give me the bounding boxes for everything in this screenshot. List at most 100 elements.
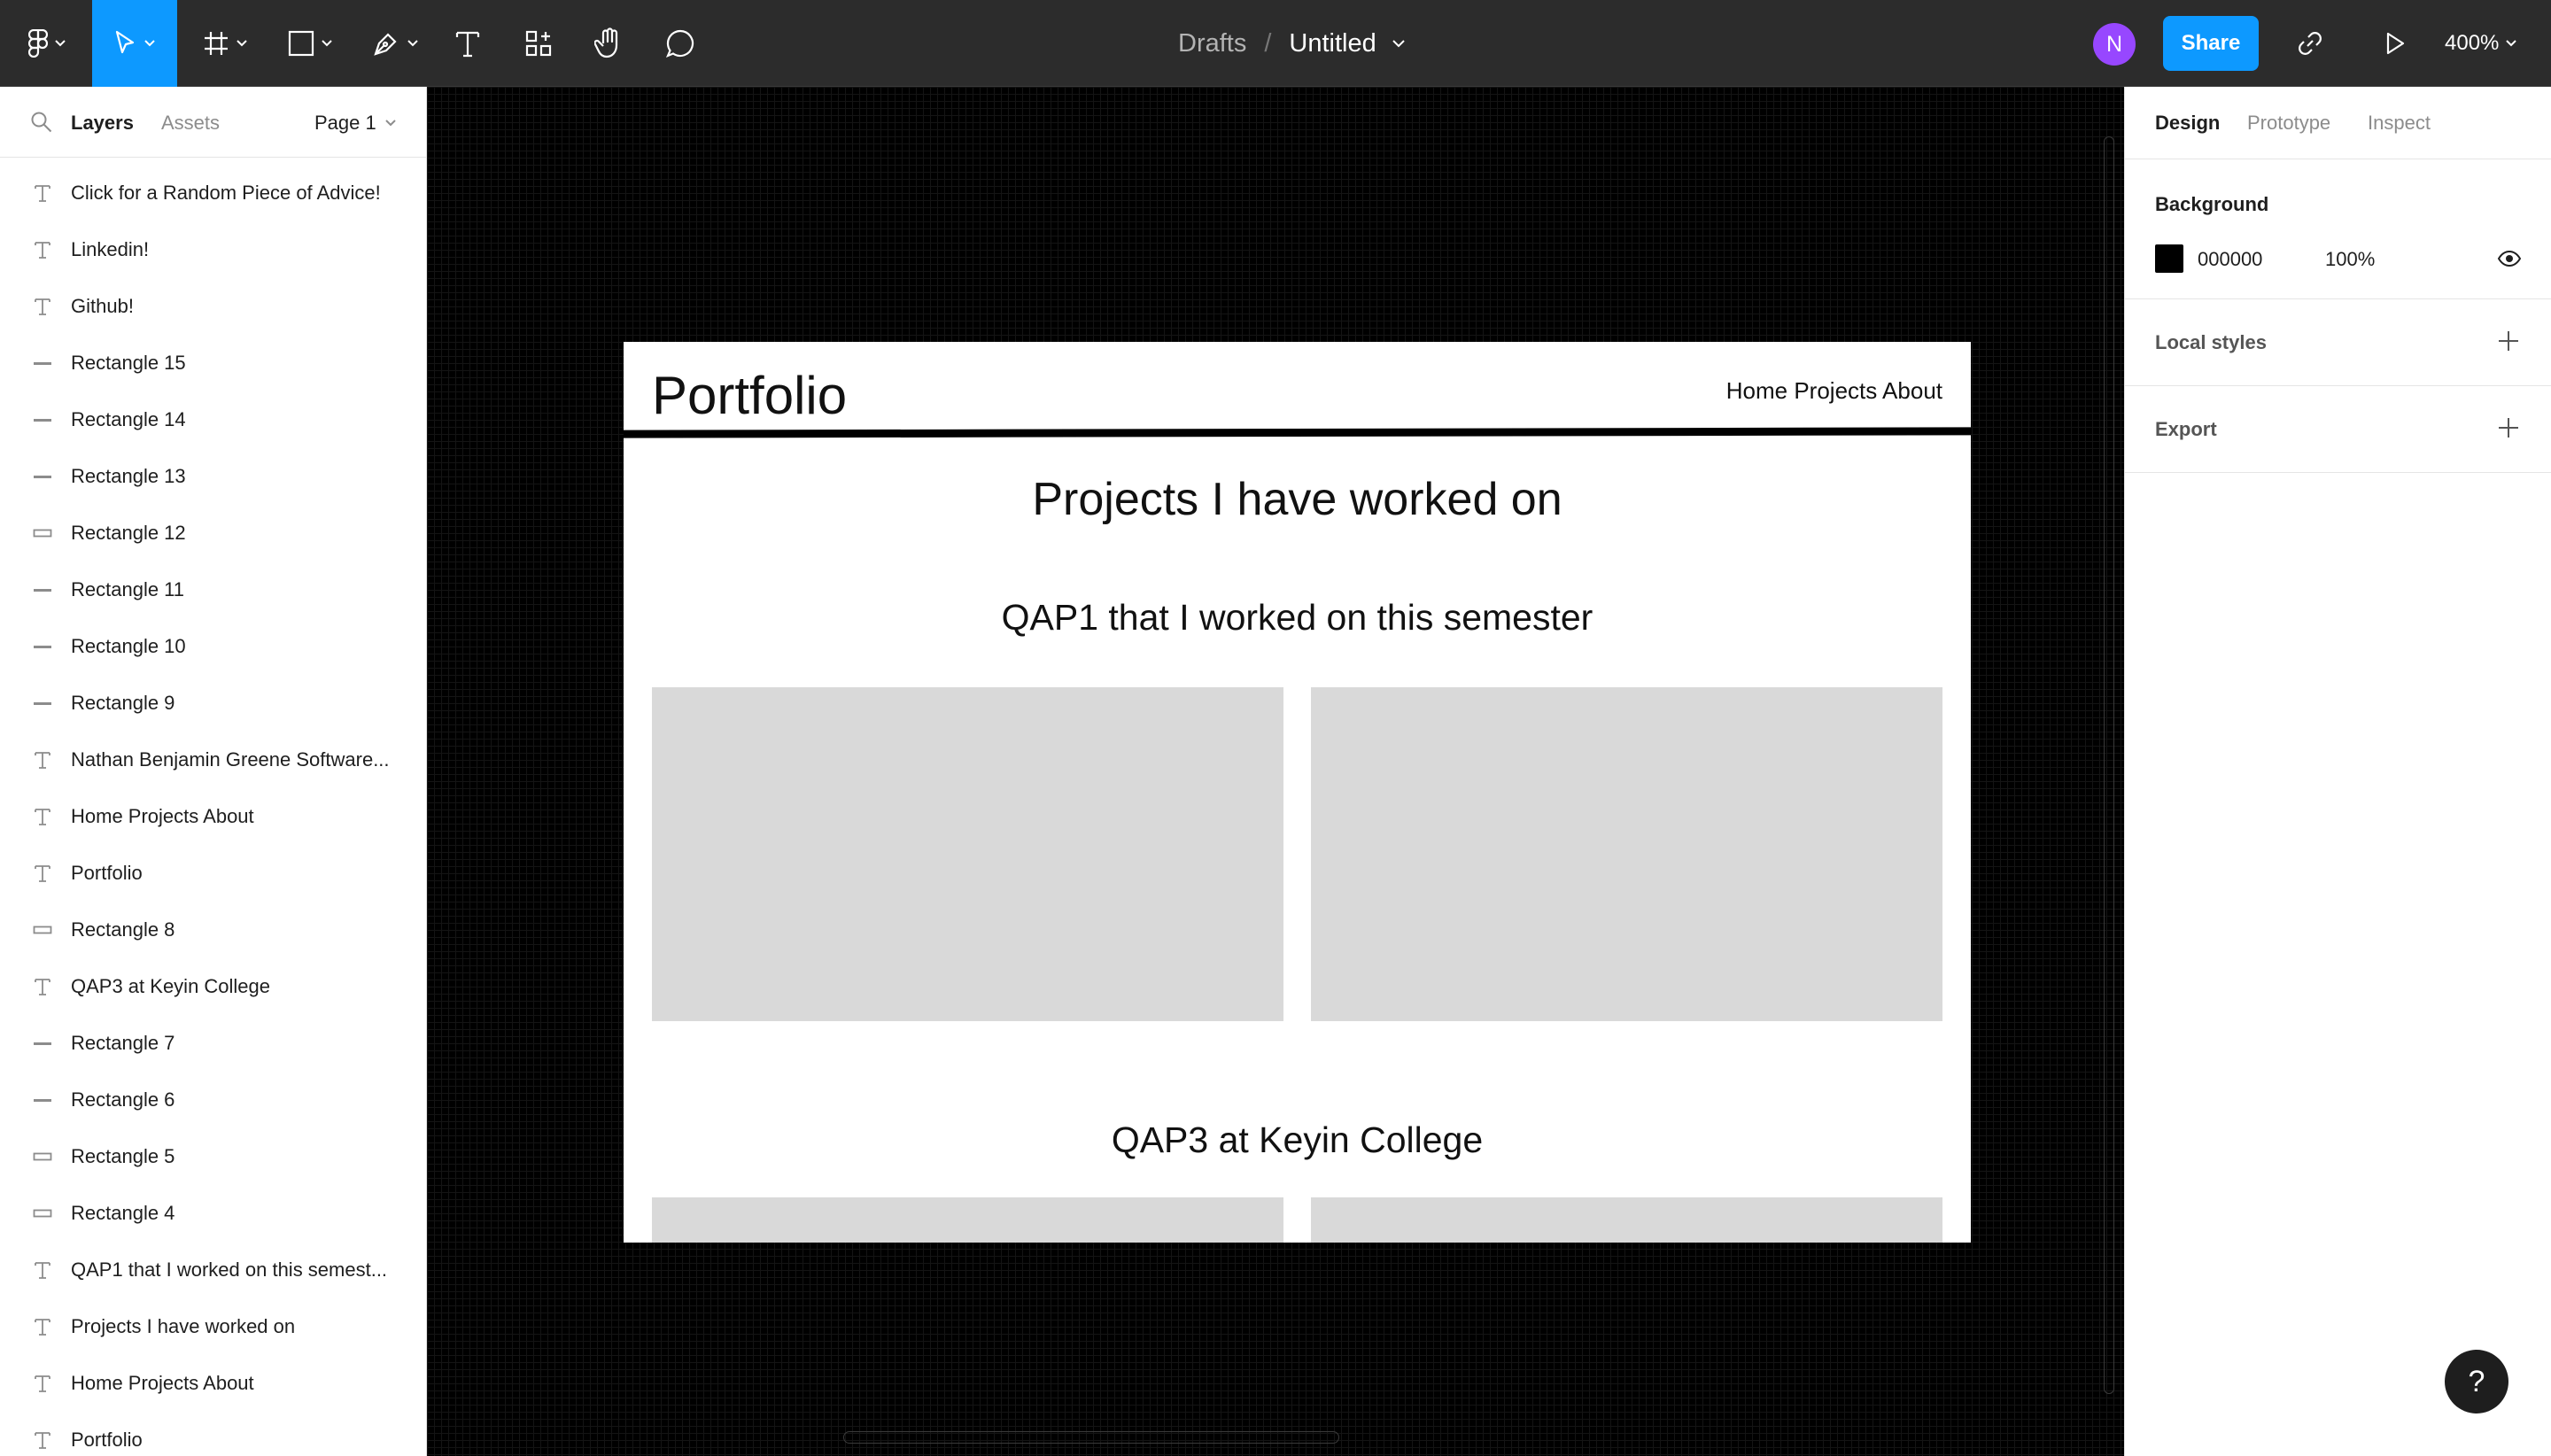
frame-header-divider[interactable]	[624, 427, 1971, 438]
present-button[interactable]	[2370, 0, 2420, 87]
comment-tool-button[interactable]	[655, 0, 705, 87]
text-icon	[32, 183, 53, 203]
layer-name: Rectangle 7	[71, 1032, 175, 1054]
rectangle-icon	[288, 30, 314, 57]
text-icon	[32, 297, 53, 316]
background-hex-input[interactable]: 000000	[2198, 248, 2262, 271]
eye-icon[interactable]	[2497, 248, 2522, 269]
line-icon	[32, 417, 53, 422]
layer-row[interactable]: Rectangle 14	[0, 391, 426, 448]
text-icon	[32, 977, 53, 996]
search-icon[interactable]	[30, 111, 53, 134]
resources-button[interactable]	[514, 0, 563, 87]
frame-icon	[205, 32, 228, 55]
components-icon	[525, 30, 552, 57]
layer-name: Rectangle 10	[71, 635, 186, 657]
text-icon	[32, 240, 53, 259]
layer-row[interactable]: Home Projects About	[0, 788, 426, 845]
question-mark-icon: ?	[2468, 1364, 2485, 1398]
rectangle-icon	[32, 528, 53, 538]
layer-name: Rectangle 11	[71, 578, 185, 600]
layer-row[interactable]: QAP1 that I worked on this semest...	[0, 1242, 426, 1298]
layer-row[interactable]: Rectangle 8	[0, 902, 426, 958]
frame-placeholder-rect[interactable]	[1311, 1197, 1942, 1243]
layer-name: Portfolio	[71, 1429, 143, 1451]
layer-row[interactable]: Rectangle 12	[0, 505, 426, 561]
frame-projects-heading[interactable]: Projects I have worked on	[624, 473, 1971, 526]
main-menu-button[interactable]	[16, 0, 78, 87]
chevron-down-icon	[55, 40, 66, 47]
breadcrumb-drafts[interactable]: Drafts	[1178, 29, 1246, 58]
layer-name: Nathan Benjamin Greene Software...	[71, 748, 390, 771]
layer-row[interactable]: Rectangle 5	[0, 1128, 426, 1185]
file-name[interactable]: Untitled	[1289, 29, 1376, 58]
layer-row[interactable]: Click for a Random Piece of Advice!	[0, 165, 426, 221]
layer-name: Rectangle 8	[71, 918, 175, 941]
layer-row[interactable]: Rectangle 9	[0, 675, 426, 732]
frame-qap3-heading[interactable]: QAP3 at Keyin College	[624, 1119, 1971, 1161]
tab-assets[interactable]: Assets	[161, 112, 220, 135]
layer-row[interactable]: Linkedin!	[0, 221, 426, 278]
layer-row[interactable]: Nathan Benjamin Greene Software...	[0, 732, 426, 788]
background-section: Background 000000 100%	[2125, 159, 2551, 299]
tab-design[interactable]: Design	[2155, 112, 2220, 135]
zoom-menu[interactable]: 400%	[2445, 0, 2517, 87]
layer-row[interactable]: Portfolio	[0, 1412, 426, 1456]
share-button[interactable]: Share	[2163, 16, 2259, 71]
right-panel-tabs: Design Prototype Inspect	[2125, 87, 2551, 159]
line-icon	[32, 474, 53, 479]
rectangle-icon	[32, 925, 53, 935]
copy-link-button[interactable]	[2285, 0, 2335, 87]
layer-row[interactable]: Rectangle 10	[0, 618, 426, 675]
layer-row[interactable]: Rectangle 6	[0, 1072, 426, 1128]
shape-tool-button[interactable]	[275, 0, 345, 87]
frame-placeholder-rect[interactable]	[1311, 687, 1942, 1021]
background-color-swatch[interactable]	[2155, 244, 2183, 273]
layer-row[interactable]: Rectangle 7	[0, 1015, 426, 1072]
layer-name: Home Projects About	[71, 1372, 254, 1394]
tab-inspect[interactable]: Inspect	[2368, 112, 2431, 135]
frame-portfolio-title[interactable]: Portfolio	[652, 365, 847, 426]
frame-placeholder-rect[interactable]	[652, 687, 1283, 1021]
chevron-down-icon	[236, 40, 247, 47]
frame-qap1-heading[interactable]: QAP1 that I worked on this semester	[624, 597, 1971, 639]
layer-row[interactable]: Rectangle 11	[0, 561, 426, 618]
canvas[interactable]: Portfolio Home Projects About Projects I…	[427, 87, 2124, 1456]
tab-layers[interactable]: Layers	[71, 112, 134, 135]
layer-row[interactable]: Rectangle 15	[0, 335, 426, 391]
layer-name: Rectangle 12	[71, 522, 186, 544]
pen-tool-button[interactable]	[360, 0, 430, 87]
plus-icon[interactable]	[2497, 329, 2520, 352]
chevron-down-icon[interactable]	[1392, 39, 1405, 48]
left-panel-tabs: Layers Assets Page 1	[0, 87, 426, 158]
local-styles-label: Local styles	[2155, 331, 2267, 353]
horizontal-scrollbar[interactable]	[843, 1431, 1339, 1444]
tab-prototype[interactable]: Prototype	[2247, 112, 2330, 135]
text-tool-button[interactable]	[443, 0, 492, 87]
layer-row[interactable]: Rectangle 13	[0, 448, 426, 505]
frame-tool-button[interactable]	[190, 0, 260, 87]
line-icon	[32, 701, 53, 706]
frame-nav-text[interactable]: Home Projects About	[1726, 377, 1942, 405]
background-opacity-input[interactable]: 100%	[2325, 248, 2375, 271]
move-tool-button[interactable]	[92, 0, 177, 87]
vertical-scrollbar[interactable]	[2104, 136, 2114, 1394]
layer-row[interactable]: Projects I have worked on	[0, 1298, 426, 1355]
zoom-level: 400%	[2445, 31, 2500, 55]
hand-tool-button[interactable]	[585, 0, 634, 87]
plus-icon[interactable]	[2497, 416, 2520, 439]
layer-row[interactable]: Github!	[0, 278, 426, 335]
layer-row[interactable]: Home Projects About	[0, 1355, 426, 1412]
help-button[interactable]: ?	[2445, 1350, 2508, 1413]
frame-placeholder-rect[interactable]	[652, 1197, 1283, 1243]
layer-row[interactable]: Rectangle 4	[0, 1185, 426, 1242]
line-icon	[32, 1097, 53, 1103]
layer-name: Rectangle 15	[71, 352, 186, 374]
layer-name: Rectangle 4	[71, 1202, 175, 1224]
user-avatar[interactable]: N	[2093, 23, 2136, 66]
play-icon	[2386, 32, 2405, 55]
layer-row[interactable]: QAP3 at Keyin College	[0, 958, 426, 1015]
layer-row[interactable]: Portfolio	[0, 845, 426, 902]
portfolio-frame[interactable]: Portfolio Home Projects About Projects I…	[624, 342, 1971, 1243]
page-selector[interactable]: Page 1	[314, 112, 396, 135]
